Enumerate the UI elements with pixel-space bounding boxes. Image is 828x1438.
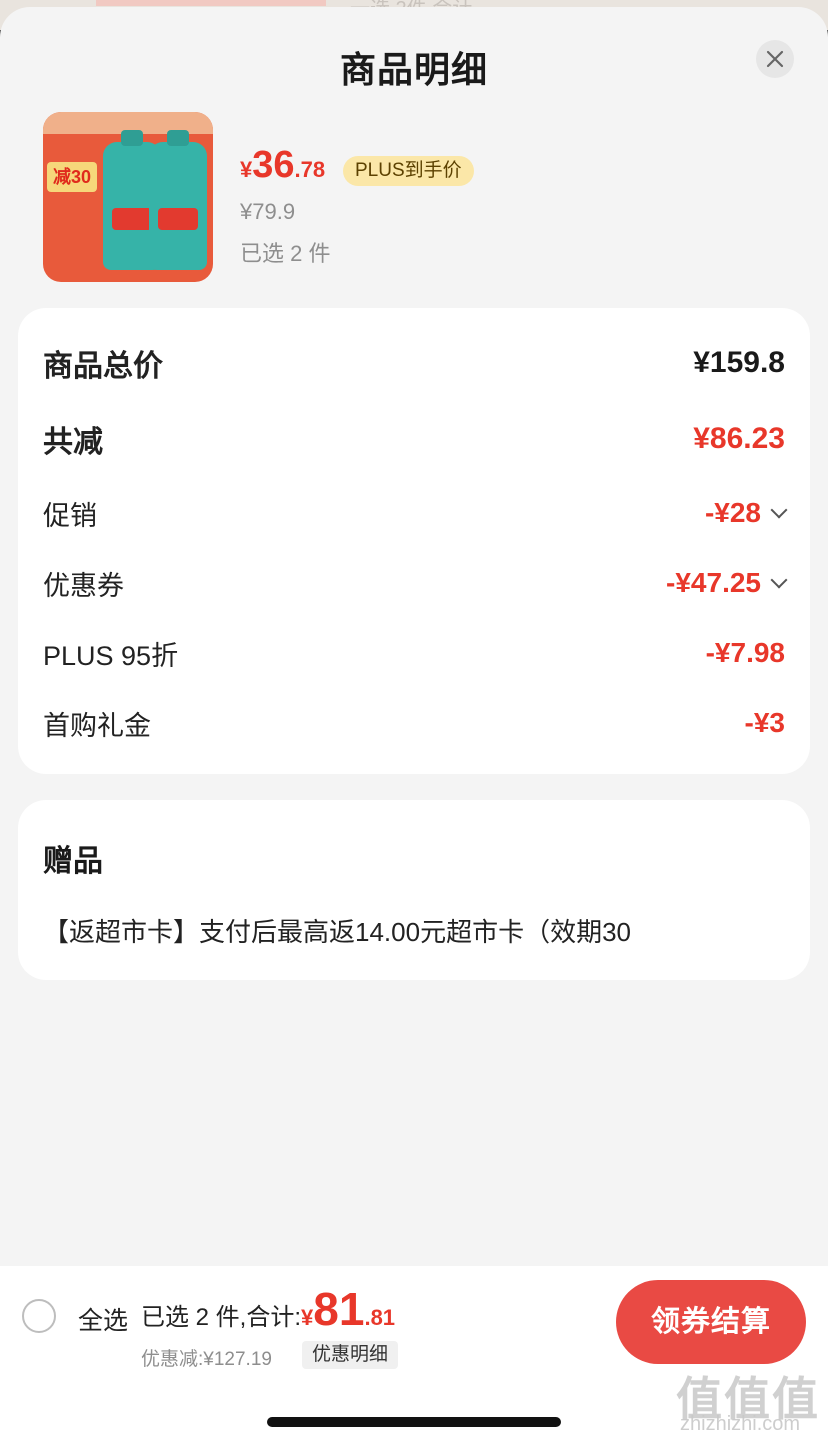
select-all-checkbox[interactable] — [22, 1299, 56, 1333]
gift-title: 赠品 — [43, 845, 103, 878]
breakdown-value: -¥3 — [744, 707, 785, 738]
breakdown-label: 优惠券 — [43, 570, 124, 601]
select-all-label[interactable]: 全选 — [78, 1301, 128, 1337]
price-currency: ¥ — [240, 157, 253, 182]
product-bottle-image — [149, 130, 207, 270]
gift-card: 赠品 【返超市卡】支付后最高返14.00元超市卡（效期30 — [18, 800, 810, 980]
breakdown-row-plus-discount: PLUS 95折 -¥7.98 — [43, 633, 785, 673]
product-price: ¥ 36 .78 — [240, 144, 325, 192]
sheet-title: 商品明细 — [339, 49, 488, 90]
checkout-bar: 全选 已选 2 件,合计: ¥ 81 .81 优惠减:¥127.19 优惠明细 … — [0, 1266, 828, 1438]
breakdown-row-coupon[interactable]: 优惠券 -¥47.25 — [43, 563, 788, 603]
product-image-badge: 减30 — [47, 162, 97, 192]
plus-price-tag: PLUS到手价 — [343, 156, 474, 186]
discount-summary: 优惠减:¥127.19 — [141, 1349, 272, 1370]
chevron-down-icon[interactable] — [770, 571, 788, 589]
breakdown-value: -¥47.25 — [666, 567, 761, 598]
total-currency: ¥ — [301, 1305, 314, 1330]
product-detail-sheet: 商品明细 减30 ¥ 36 .78 PLUS到手价 ¥79.9 已选 2 件 商… — [0, 7, 828, 1438]
total-integer: 81 — [313, 1283, 365, 1335]
breakdown-label: 商品总价 — [43, 350, 163, 383]
close-icon — [766, 50, 784, 68]
breakdown-label: 共减 — [43, 426, 103, 459]
price-decimal: .78 — [294, 157, 326, 182]
checkout-button[interactable]: 领券结算 — [616, 1280, 806, 1364]
order-total: 已选 2 件,合计: ¥ 81 .81 — [141, 1282, 395, 1336]
breakdown-value: -¥28 — [704, 497, 761, 528]
breakdown-value: -¥7.98 — [705, 637, 785, 668]
breakdown-label: PLUS 95折 — [43, 640, 179, 671]
breakdown-value: ¥86.23 — [693, 422, 785, 455]
total-prefix: 已选 2 件,合计: — [141, 1304, 302, 1331]
original-price: ¥79.9 — [240, 199, 296, 224]
selected-quantity: 已选 2 件 — [240, 241, 331, 266]
total-decimal: .81 — [364, 1305, 396, 1330]
price-breakdown-card: 商品总价 ¥159.8 共减 ¥86.23 促销 -¥28 优惠券 -¥47.2… — [18, 308, 810, 774]
home-indicator[interactable] — [267, 1417, 561, 1427]
breakdown-label: 首购礼金 — [43, 710, 151, 741]
close-button[interactable] — [756, 40, 794, 78]
watermark-site: zhizhizhi.com — [680, 1413, 801, 1435]
breakdown-row-promotion[interactable]: 促销 -¥28 — [43, 493, 788, 533]
background-thumbnail — [96, 0, 326, 6]
product-image[interactable]: 减30 — [43, 112, 213, 282]
watermark-logo: 值值值 zhizhizhi.com — [676, 1363, 824, 1435]
chevron-down-icon[interactable] — [770, 501, 788, 519]
breakdown-value: ¥159.8 — [693, 346, 785, 379]
breakdown-row-total: 商品总价 ¥159.8 — [43, 343, 785, 383]
price-integer: 36 — [252, 144, 295, 186]
breakdown-row-total-discount: 共减 ¥86.23 — [43, 419, 785, 459]
breakdown-label: 促销 — [43, 500, 97, 531]
gift-description: 【返超市卡】支付后最高返14.00元超市卡（效期30 — [43, 917, 631, 947]
breakdown-row-first-purchase: 首购礼金 -¥3 — [43, 703, 785, 743]
discount-detail-button[interactable]: 优惠明细 — [302, 1341, 399, 1369]
